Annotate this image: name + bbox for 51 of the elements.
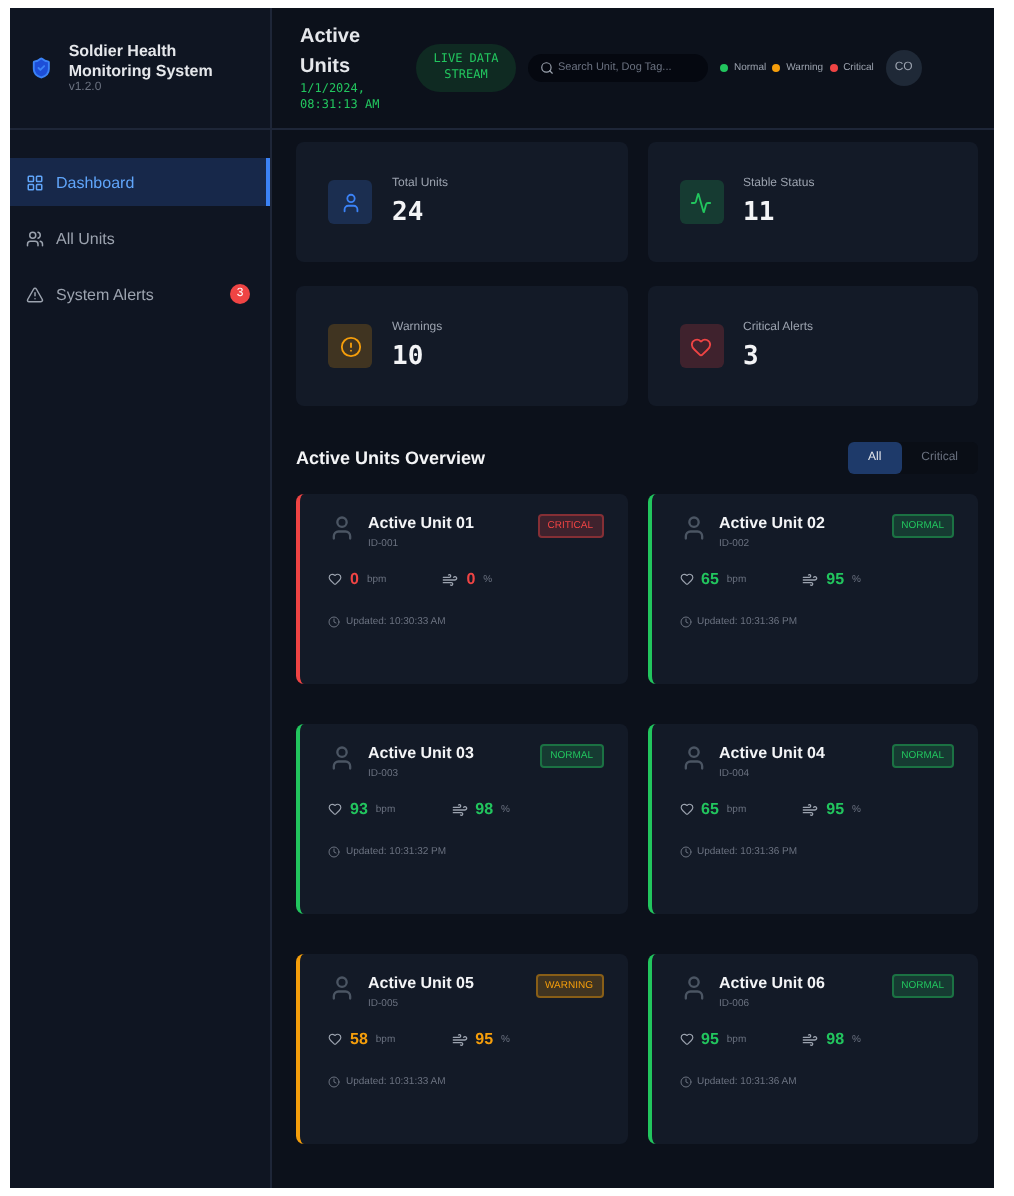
heart-rate-value: 65 — [701, 570, 719, 588]
stat-icon — [328, 180, 372, 224]
sidebar-item-label: Dashboard — [56, 173, 137, 191]
unit-name: Active Unit 04 — [719, 744, 827, 762]
oxygen-value: 98 — [826, 1030, 845, 1048]
heart-rate-value: 65 — [701, 800, 719, 818]
oxygen-value: 98 — [475, 800, 494, 818]
stat-value: 24 — [392, 197, 426, 227]
shield-logo-icon — [30, 52, 53, 84]
heart-icon — [328, 802, 342, 816]
sidebar-item-label: System Alerts — [56, 285, 156, 303]
heart-rate-value: 0 — [350, 570, 359, 588]
heart-icon — [328, 1032, 342, 1046]
clock-icon — [679, 616, 691, 628]
grid-icon — [26, 173, 44, 191]
unit-name: Active Unit 03 — [368, 744, 476, 762]
alert-icon — [26, 285, 44, 303]
sidebar-item[interactable]: All Units — [10, 214, 270, 262]
unit-name: Active Unit 06 — [719, 974, 827, 992]
heart-rate-value: 58 — [350, 1030, 368, 1048]
unit-name: Active Unit 05 — [368, 974, 476, 992]
unit-name: Active Unit 01 — [368, 514, 476, 532]
oxygen-value: 0 — [466, 570, 476, 588]
heart-icon — [328, 572, 342, 586]
stat-icon — [328, 324, 372, 368]
clock-icon — [328, 846, 340, 858]
oxygen-value: 95 — [826, 570, 845, 588]
sidebar-item-label: All Units — [56, 229, 117, 247]
heart-icon — [679, 572, 693, 586]
search-icon — [540, 61, 554, 75]
unit-name: Active Unit 02 — [719, 514, 827, 532]
heart-icon — [679, 802, 693, 816]
stat-value: 11 — [743, 197, 777, 227]
section-title: Active Units Overview — [296, 448, 486, 468]
clock-icon — [679, 846, 691, 858]
app-title: Soldier Health Monitoring System — [68, 42, 215, 80]
oxygen-value: 95 — [826, 800, 845, 818]
heart-rate-value: 95 — [701, 1030, 719, 1048]
clock-icon — [328, 1076, 340, 1088]
oxygen-value: 95 — [475, 1030, 494, 1048]
heart-rate-value: 93 — [350, 800, 368, 818]
users-icon — [26, 229, 44, 247]
stat-icon — [679, 180, 723, 224]
stat-value: 3 — [743, 341, 761, 371]
stat-value: 10 — [392, 341, 426, 371]
sidebar-item[interactable]: Dashboard — [10, 158, 270, 206]
stat-icon — [679, 324, 723, 368]
clock-icon — [328, 616, 340, 628]
clock-icon — [679, 1076, 691, 1088]
page-title: Active Units — [300, 23, 363, 82]
heart-icon — [679, 1032, 693, 1046]
